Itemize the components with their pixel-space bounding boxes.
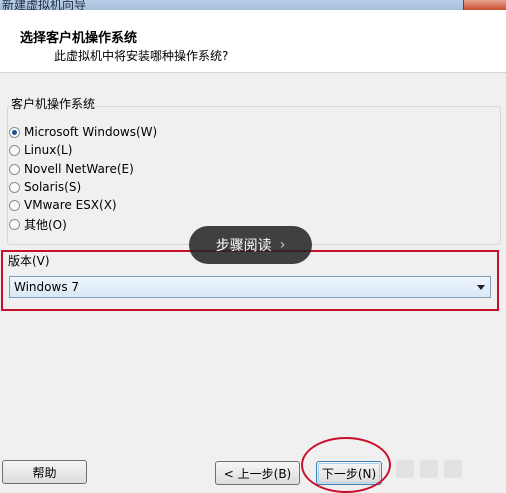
os-option-netware[interactable]: Novell NetWare(E) <box>9 161 134 177</box>
version-selected-value: Windows 7 <box>14 280 80 294</box>
next-button-circle-annotation <box>301 437 391 493</box>
os-option-label: Solaris(S) <box>24 180 82 194</box>
radio-selected-icon[interactable] <box>9 126 20 138</box>
radio-unselected-icon[interactable] <box>9 181 20 193</box>
os-option-label: Linux(L) <box>24 143 73 157</box>
window-titlebar: 新建虚拟机向导 <box>0 0 506 10</box>
radio-unselected-icon[interactable] <box>9 144 20 156</box>
help-button-label: 帮助 <box>32 465 57 480</box>
wizard-header: 选择客户机操作系统 此虚拟机中将安装哪种操作系统? <box>0 10 506 73</box>
help-button[interactable]: 帮助 <box>2 460 87 484</box>
os-option-vmware-esx[interactable]: VMware ESX(X) <box>9 197 117 213</box>
back-button-label: < 上一步(B) <box>223 466 292 481</box>
window-title: 新建虚拟机向导 <box>2 0 87 10</box>
os-option-label: Novell NetWare(E) <box>24 162 134 176</box>
back-button[interactable]: < 上一步(B) <box>215 461 300 485</box>
os-option-label: Microsoft Windows(W) <box>24 125 158 139</box>
version-dropdown[interactable]: Windows 7 <box>9 276 491 298</box>
os-option-windows[interactable]: Microsoft Windows(W) <box>9 124 157 140</box>
chevron-right-icon: › <box>279 237 286 253</box>
version-label: 版本(V) <box>8 254 50 268</box>
chevron-down-icon[interactable] <box>477 285 485 290</box>
close-window-button[interactable] <box>463 0 506 10</box>
radio-unselected-icon[interactable] <box>9 163 20 175</box>
os-option-other[interactable]: 其他(O) <box>9 216 67 232</box>
watermark-mark <box>420 460 438 478</box>
watermark-logo <box>396 454 500 484</box>
os-option-solaris[interactable]: Solaris(S) <box>9 179 81 195</box>
os-option-label: 其他(O) <box>24 217 67 232</box>
os-option-label: VMware ESX(X) <box>24 198 117 212</box>
radio-unselected-icon[interactable] <box>9 199 20 211</box>
radio-unselected-icon[interactable] <box>9 218 20 230</box>
os-option-linux[interactable]: Linux(L) <box>9 142 72 158</box>
page-subtitle: 此虚拟机中将安装哪种操作系统? <box>54 49 229 63</box>
toast-label: 步骤阅读 <box>215 238 272 254</box>
watermark-mark <box>396 460 414 478</box>
step-reading-toast[interactable]: 步骤阅读 › <box>189 226 312 264</box>
guest-os-group-label: 客户机操作系统 <box>9 95 98 112</box>
page-title: 选择客户机操作系统 <box>20 31 138 46</box>
watermark-mark <box>444 460 462 478</box>
